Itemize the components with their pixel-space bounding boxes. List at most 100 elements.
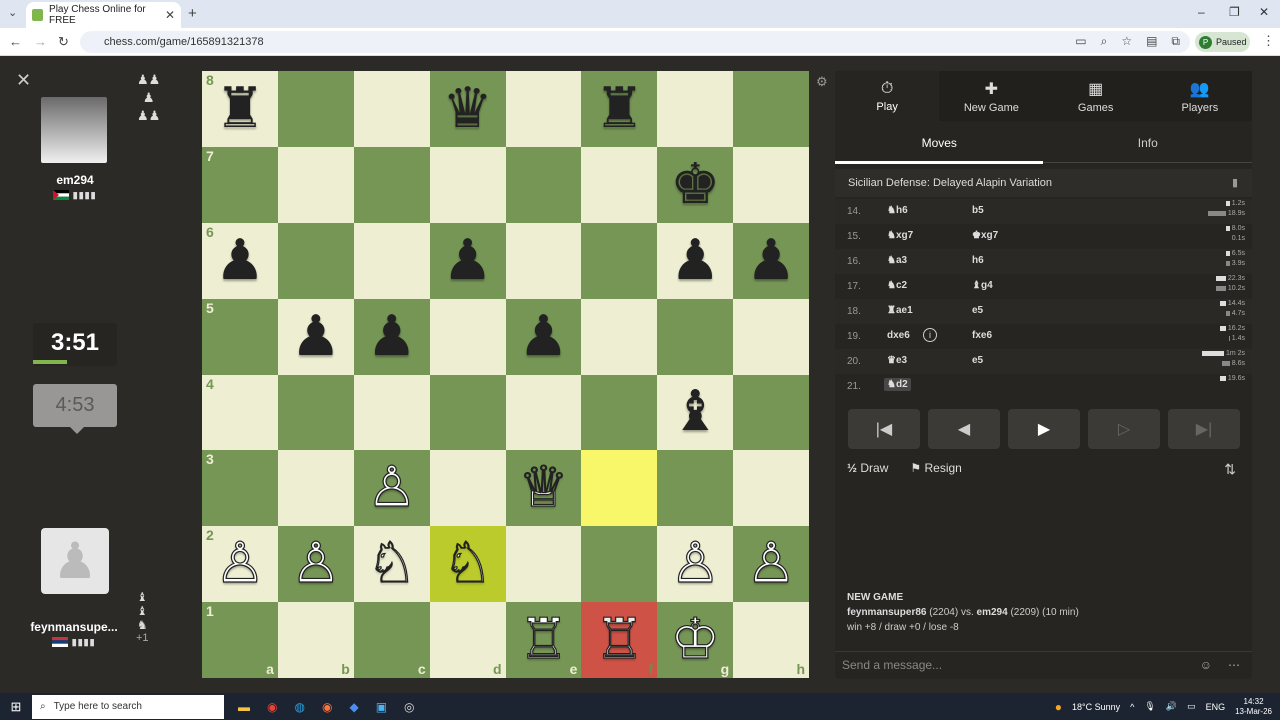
square-g8[interactable] [657, 71, 734, 147]
white-move[interactable]: ♞h6 [887, 205, 908, 216]
browser-tab[interactable]: Play Chess Online for FREE ✕ [26, 2, 181, 28]
minimize-icon[interactable]: – [1198, 5, 1205, 19]
black-move[interactable]: ♝g4 [972, 280, 993, 291]
black-move[interactable]: ♚xg7 [972, 230, 998, 241]
first-move-button[interactable]: |◀ [848, 409, 920, 449]
tab-info[interactable]: Info [1044, 129, 1253, 165]
square-b1[interactable]: b [277, 602, 354, 678]
black-piece[interactable]: ♜ [215, 80, 265, 137]
black-piece[interactable]: ♝ [670, 384, 720, 440]
back-icon[interactable]: ← [9, 34, 22, 49]
reload-icon[interactable]: ↻ [58, 34, 69, 50]
square-d7[interactable] [429, 146, 506, 223]
square-d4[interactable] [429, 374, 506, 451]
square-g7[interactable]: ♚ [657, 146, 734, 223]
tab-new-game[interactable]: ✚ New Game [939, 71, 1043, 121]
next-move-button[interactable]: ▷ [1088, 409, 1160, 449]
flip-board-icon[interactable]: ⇅ [1224, 461, 1236, 478]
black-piece[interactable]: ♚ [670, 156, 720, 213]
zoom-icon[interactable]: ⌕ [1101, 34, 1108, 49]
clock-tray[interactable]: 14:32 13-Mar-26 [1235, 697, 1272, 717]
square-g3[interactable] [657, 450, 734, 527]
avatar-top-player[interactable] [41, 97, 107, 163]
avatar-bottom-player[interactable]: ♟ [41, 528, 109, 594]
white-piece[interactable]: ♙ [214, 535, 265, 592]
square-d2[interactable]: ♘ [429, 526, 506, 603]
opening-book-icon[interactable]: ▮ [1232, 169, 1238, 197]
info-icon[interactable]: i [923, 328, 937, 342]
square-b7[interactable] [277, 146, 354, 223]
white-piece[interactable]: ♔ [669, 611, 720, 668]
white-piece[interactable]: ♖ [594, 611, 645, 668]
square-a5[interactable]: 5 [202, 298, 278, 375]
square-c8[interactable] [353, 71, 430, 147]
square-h3[interactable] [733, 450, 809, 527]
black-piece[interactable]: ♟ [442, 232, 492, 289]
white-move[interactable]: ♞c2 [887, 280, 907, 291]
square-h1[interactable]: h [733, 602, 809, 678]
white-player-name[interactable]: feynmansuper86 [847, 607, 926, 618]
mic-icon[interactable]: 🎙 [1144, 701, 1155, 712]
square-a2[interactable]: ♙ 2 [202, 526, 278, 603]
square-d6[interactable]: ♟ [429, 222, 506, 299]
network-icon[interactable]: ▭ [1187, 701, 1196, 712]
square-h2[interactable]: ♙ [733, 526, 809, 603]
square-e7[interactable] [505, 146, 582, 223]
bottom-player-name[interactable]: feynmansupe... [28, 620, 120, 634]
weather-text[interactable]: 18°C Sunny [1072, 702, 1120, 712]
black-piece[interactable]: ♜ [594, 80, 644, 137]
square-h5[interactable] [733, 298, 809, 375]
square-b8[interactable] [277, 71, 354, 147]
black-move[interactable]: b5 [972, 205, 984, 216]
white-piece[interactable]: ♙ [669, 535, 720, 592]
square-c4[interactable] [353, 374, 430, 451]
square-b5[interactable]: ♟ [277, 298, 354, 375]
language-indicator[interactable]: ENG [1206, 702, 1226, 712]
square-e6[interactable] [505, 222, 582, 299]
square-e2[interactable] [505, 526, 582, 603]
more-options-icon[interactable]: ⋯ [1228, 652, 1240, 678]
browser-menu-icon[interactable]: ⋮ [1262, 33, 1275, 49]
square-e8[interactable] [505, 71, 582, 147]
black-piece[interactable]: ♟ [518, 308, 568, 365]
play-button[interactable]: ▶ [1008, 409, 1080, 449]
white-move[interactable]: ♜ae1 [887, 305, 913, 316]
black-move[interactable]: h6 [972, 255, 984, 266]
square-e3[interactable]: ♕ [505, 450, 582, 527]
resign-button[interactable]: ⚑ Resign [910, 461, 961, 475]
square-g2[interactable]: ♙ [657, 526, 734, 603]
square-a3[interactable]: 3 [202, 450, 278, 527]
square-a7[interactable]: 7 [202, 146, 278, 223]
black-move[interactable]: e5 [972, 355, 983, 366]
chat-input[interactable]: Send a message... ☺ ⋯ [835, 651, 1252, 679]
taskbar-search[interactable]: ⌕ Type here to search [32, 694, 224, 719]
url-field[interactable]: chess.com/game/165891321378 [80, 31, 1190, 53]
chrome-icon[interactable]: ◉ [267, 700, 277, 714]
square-e1[interactable]: ♖ e [505, 602, 582, 678]
white-move[interactable]: ♞d2 [884, 378, 911, 391]
tab-search-icon[interactable]: ⌄ [8, 6, 17, 19]
volume-icon[interactable]: 🔊 [1166, 701, 1177, 712]
square-a8[interactable]: ♜ 8 [202, 71, 278, 147]
bookmark-star-icon[interactable]: ☆ [1121, 34, 1132, 49]
white-move[interactable]: ♞a3 [887, 255, 907, 266]
square-f4[interactable] [581, 374, 658, 451]
edge-icon[interactable]: ◍ [294, 700, 304, 714]
firefox-icon[interactable]: ◉ [322, 700, 332, 714]
square-g6[interactable]: ♟ [657, 222, 734, 299]
emoji-icon[interactable]: ☺ [1200, 652, 1212, 678]
app3-icon[interactable]: ◎ [404, 700, 414, 714]
previous-move-button[interactable]: ◀ [928, 409, 1000, 449]
square-b2[interactable]: ♙ [277, 526, 354, 603]
new-tab-icon[interactable]: + [188, 5, 197, 22]
square-a6[interactable]: ♟ 6 [202, 222, 278, 299]
black-piece[interactable]: ♟ [291, 308, 341, 365]
square-b3[interactable] [277, 450, 354, 527]
forward-icon[interactable]: → [34, 34, 47, 49]
tab-games[interactable]: ▦ Games [1044, 71, 1148, 121]
white-piece[interactable]: ♙ [745, 535, 796, 592]
white-piece[interactable]: ♙ [366, 459, 417, 516]
square-d5[interactable] [429, 298, 506, 375]
white-move[interactable]: dxe6 [887, 330, 910, 341]
square-h7[interactable] [733, 146, 809, 223]
